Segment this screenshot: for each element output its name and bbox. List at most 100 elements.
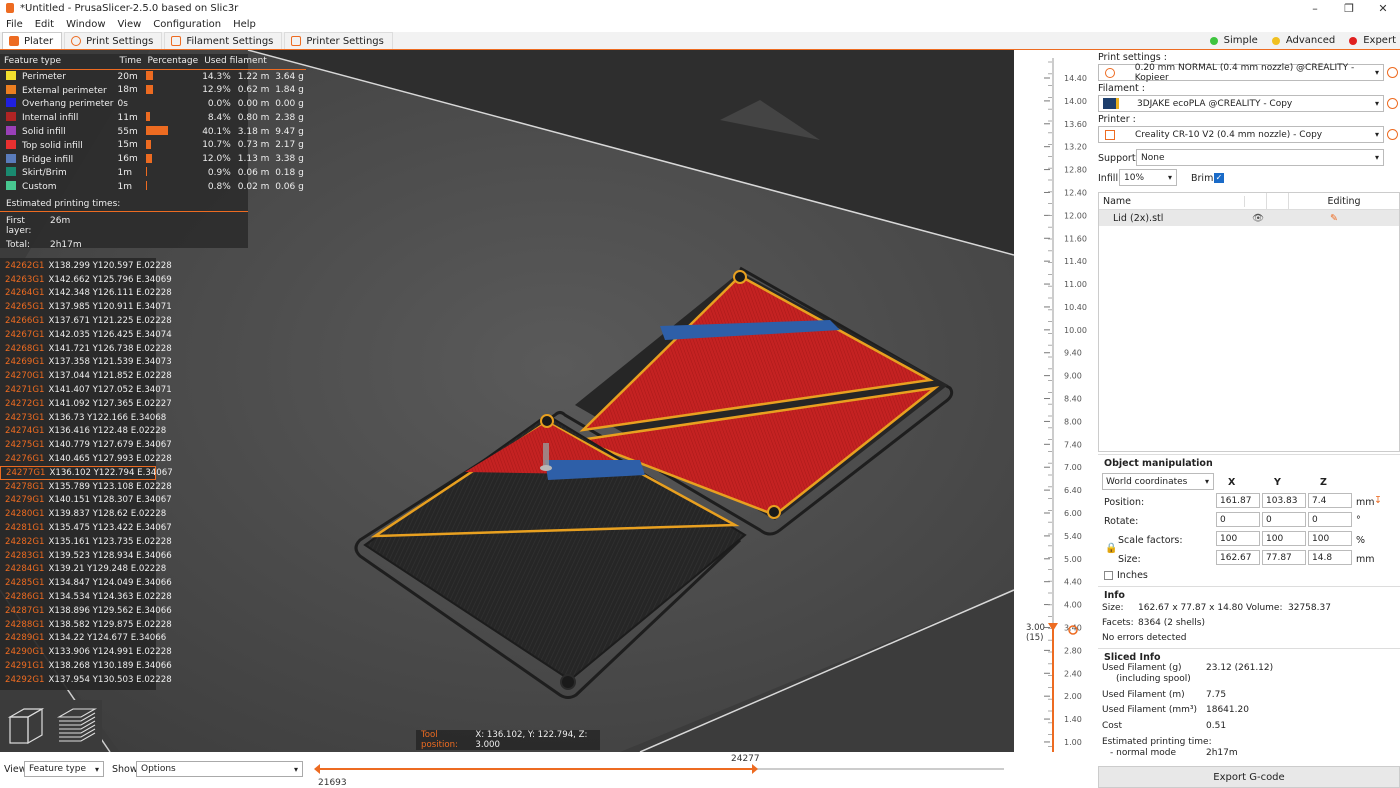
- position-z-field[interactable]: 7.4: [1308, 493, 1352, 508]
- position-x-field[interactable]: 161.87: [1216, 493, 1260, 508]
- printer-combo[interactable]: Creality CR-10 V2 (0.4 mm nozzle) - Copy…: [1098, 126, 1384, 143]
- gcode-line[interactable]: 24276 G1 X140.465 Y127.993 E.02228: [0, 452, 172, 466]
- view-type-select[interactable]: Feature type ▾: [24, 761, 104, 777]
- rotate-x-field[interactable]: 0: [1216, 512, 1260, 527]
- export-gcode-button[interactable]: Export G-code: [1098, 766, 1400, 788]
- layer-slider[interactable]: 14.40 14.00 13.60 13.20 12.80 12.40 12.00 11.60…: [1014, 50, 1096, 788]
- legend-filament-g: 2.38 g: [275, 112, 304, 123]
- gcode-line[interactable]: 24279 G1 X140.151 Y128.307 E.34067: [0, 494, 172, 508]
- gcode-line[interactable]: 24265 G1 X137.985 Y120.911 E.34071: [0, 300, 172, 314]
- gcode-line[interactable]: 24267 G1 X142.035 Y126.425 E.34074: [0, 328, 172, 342]
- gcode-line[interactable]: 24266 G1 X137.671 Y121.225 E.02228: [0, 314, 172, 328]
- mode-expert[interactable]: Expert: [1349, 35, 1396, 46]
- scale-x-field[interactable]: 100: [1216, 531, 1260, 546]
- size-z-field[interactable]: 14.8: [1308, 550, 1352, 565]
- gcode-line[interactable]: 24281 G1 X135.475 Y123.422 E.34067: [0, 521, 172, 535]
- size-x-field[interactable]: 162.67: [1216, 550, 1260, 565]
- mode-advanced[interactable]: Advanced: [1271, 35, 1335, 46]
- move-slider-upper-thumb[interactable]: [752, 764, 758, 774]
- tab-print-settings[interactable]: Print Settings: [64, 32, 163, 49]
- gcode-line[interactable]: 24274 G1 X136.416 Y122.48 E.02228: [0, 425, 166, 439]
- gcode-line[interactable]: 24285 G1 X134.847 Y124.049 E.34066: [0, 576, 172, 590]
- rotate-z-field[interactable]: 0: [1308, 512, 1352, 527]
- gcode-line[interactable]: 24278 G1 X135.789 Y123.108 E.02228: [0, 480, 172, 494]
- legend-row[interactable]: Skirt/Brim 1m 0.9% 0.06 m 0.18 g: [0, 166, 306, 180]
- print-settings-combo[interactable]: 0.20 mm NORMAL (0.4 mm nozzle) @CREALITY…: [1098, 63, 1384, 83]
- printer-gear-icon[interactable]: [1387, 129, 1398, 140]
- legend-row[interactable]: Perimeter 20m 14.3% 1.22 m 3.64 g: [0, 70, 306, 84]
- gcode-line[interactable]: 24289 G1 X134.22 Y124.677 E.34066: [0, 632, 166, 646]
- cube-view-icon[interactable]: [4, 703, 48, 747]
- legend-row[interactable]: Top solid infill 15m 10.7% 0.73 m 2.17 g: [0, 138, 306, 152]
- gcode-viewer[interactable]: 24262 G1 X138.299 Y120.597 E.02228 24263 G1 X…: [0, 258, 173, 690]
- menu-help[interactable]: Help: [233, 19, 256, 30]
- layer-slider-track[interactable]: 14.40 14.00 13.60 13.20 12.80 12.40 12.00 11.60…: [1014, 50, 1096, 788]
- size-y-field[interactable]: 77.87: [1262, 550, 1306, 565]
- supports-combo[interactable]: None ▾: [1136, 149, 1384, 166]
- close-button[interactable]: ✕: [1366, 0, 1400, 16]
- gcode-line[interactable]: 24262 G1 X138.299 Y120.597 E.02228: [0, 259, 172, 273]
- gcode-line-selected[interactable]: 24277 G1 X136.102 Y122.794 E.34067: [0, 465, 173, 480]
- mode-simple[interactable]: Simple: [1209, 35, 1258, 46]
- menu-edit[interactable]: Edit: [35, 19, 54, 30]
- move-slider[interactable]: 24277 21693: [310, 752, 1010, 788]
- menu-view[interactable]: View: [118, 19, 142, 30]
- gcode-line[interactable]: 24269 G1 X137.358 Y121.539 E.34073: [0, 356, 172, 370]
- mode-advanced-dot: [1271, 36, 1280, 45]
- infill-combo[interactable]: 10% ▾: [1119, 169, 1177, 186]
- show-options-select[interactable]: Options ▾: [136, 761, 303, 777]
- tab-filament-settings[interactable]: Filament Settings: [164, 32, 283, 49]
- object-name: Lid (2x).stl: [1113, 212, 1164, 224]
- maximize-button[interactable]: ❐: [1332, 0, 1366, 16]
- edit-icon[interactable]: ✎: [1269, 213, 1399, 224]
- legend-row[interactable]: Internal infill 11m 8.4% 0.80 m 2.38 g: [0, 111, 306, 125]
- legend-row[interactable]: Overhang perimeter 0s 0.0% 0.00 m 0.00 g: [0, 97, 306, 111]
- menu-configuration[interactable]: Configuration: [153, 19, 221, 30]
- inches-checkbox[interactable]: [1104, 571, 1113, 580]
- gcode-line[interactable]: 24288 G1 X138.582 Y129.875 E.02228: [0, 618, 172, 632]
- brim-checkbox[interactable]: ✓: [1214, 173, 1224, 183]
- legend-row[interactable]: External perimeter 18m 12.9% 0.62 m 1.84 g: [0, 83, 306, 97]
- legend-row[interactable]: Solid infill 55m 40.1% 3.18 m 9.47 g: [0, 125, 306, 139]
- eye-icon[interactable]: 👁: [1247, 213, 1269, 224]
- move-slider-track[interactable]: 24277 21693: [310, 752, 1010, 788]
- tab-printer-settings[interactable]: Printer Settings: [284, 32, 393, 49]
- gcode-line[interactable]: 24284 G1 X139.21 Y129.248 E.02228: [0, 563, 166, 577]
- gcode-line[interactable]: 24264 G1 X142.348 Y126.111 E.02228: [0, 287, 172, 301]
- gcode-line[interactable]: 24287 G1 X138.896 Y129.562 E.34066: [0, 604, 172, 618]
- legend-row[interactable]: Bridge infill 16m 12.0% 1.13 m 3.38 g: [0, 152, 306, 166]
- scale-z-field[interactable]: 100: [1308, 531, 1352, 546]
- menu-window[interactable]: Window: [66, 19, 105, 30]
- minimize-button[interactable]: –: [1298, 0, 1332, 16]
- gcode-line[interactable]: 24273 G1 X136.73 Y122.166 E.34068: [0, 411, 166, 425]
- gcode-line[interactable]: 24280 G1 X139.837 Y128.62 E.02228: [0, 507, 166, 521]
- position-y-field[interactable]: 103.83: [1262, 493, 1306, 508]
- filament-combo[interactable]: 3DJAKE ecoPLA @CREALITY - Copy ▾: [1098, 95, 1384, 112]
- gcode-line[interactable]: 24270 G1 X137.044 Y121.852 E.02228: [0, 369, 172, 383]
- coordinates-select[interactable]: World coordinates ▾: [1102, 473, 1214, 490]
- tab-plater[interactable]: Plater: [2, 32, 63, 49]
- gcode-line[interactable]: 24268 G1 X141.721 Y126.738 E.02228: [0, 342, 172, 356]
- gcode-line[interactable]: 24282 G1 X135.161 Y123.735 E.02228: [0, 535, 172, 549]
- legend-row[interactable]: Custom 1m 0.8% 0.02 m 0.06 g: [0, 180, 306, 194]
- gcode-line[interactable]: 24275 G1 X140.779 Y127.679 E.34067: [0, 438, 172, 452]
- object-row[interactable]: Lid (2x).stl 👁 ✎: [1099, 210, 1399, 226]
- layers-view-icon[interactable]: [55, 703, 99, 747]
- menu-file[interactable]: File: [6, 19, 23, 30]
- filament-gear-icon[interactable]: [1387, 98, 1398, 109]
- lock-icon[interactable]: 🔒: [1105, 543, 1117, 554]
- gcode-line[interactable]: 24272 G1 X141.092 Y127.365 E.02227: [0, 397, 172, 411]
- gcode-line[interactable]: 24283 G1 X139.523 Y128.934 E.34066: [0, 549, 172, 563]
- scale-y-field[interactable]: 100: [1262, 531, 1306, 546]
- gcode-line[interactable]: 24292 G1 X137.954 Y130.503 E.02228: [0, 673, 172, 687]
- gcode-line[interactable]: 24286 G1 X134.534 Y124.363 E.02228: [0, 590, 172, 604]
- gcode-line[interactable]: 24290 G1 X133.906 Y124.991 E.02228: [0, 645, 172, 659]
- move-slider-lower-thumb[interactable]: [314, 764, 320, 774]
- drop-to-bed-icon[interactable]: ↧: [1374, 495, 1382, 506]
- print-settings-gear-icon[interactable]: [1387, 67, 1398, 78]
- gcode-line[interactable]: 24263 G1 X142.662 Y125.796 E.34069: [0, 273, 172, 287]
- object-list[interactable]: Name Editing Lid (2x).stl 👁 ✎: [1098, 192, 1400, 452]
- rotate-y-field[interactable]: 0: [1262, 512, 1306, 527]
- gcode-line[interactable]: 24271 G1 X141.407 Y127.052 E.34071: [0, 383, 172, 397]
- gcode-line[interactable]: 24291 G1 X138.268 Y130.189 E.34066: [0, 659, 172, 673]
